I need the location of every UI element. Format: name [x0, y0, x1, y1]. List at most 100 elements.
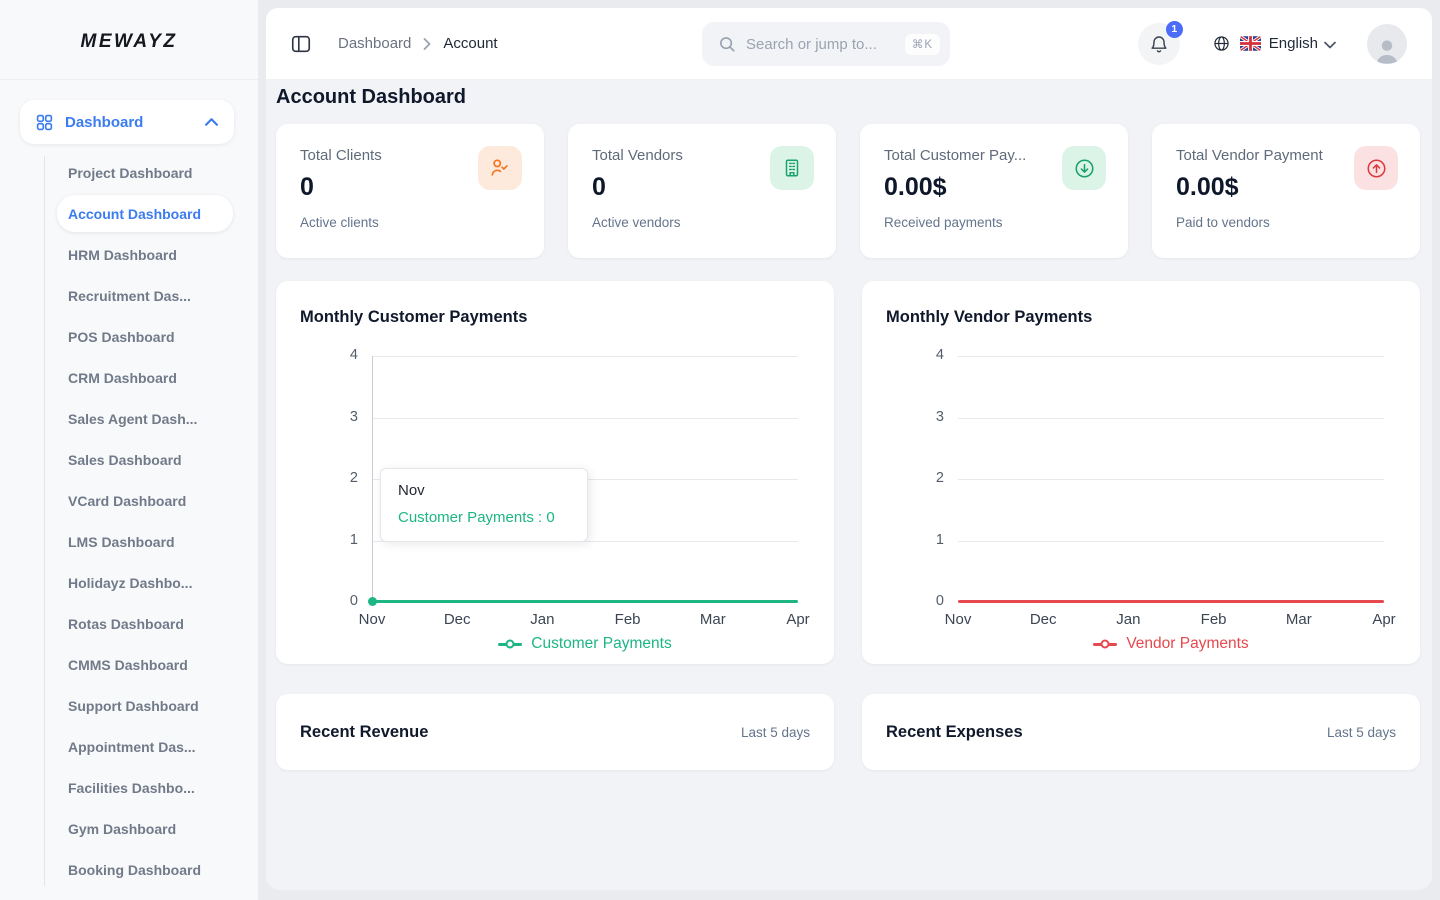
y-tick-label: 2 — [906, 470, 944, 486]
sidebar-toggle-icon[interactable] — [290, 33, 312, 55]
sidebar-item-cmms-dashboard[interactable]: CMMS Dashboard — [0, 644, 258, 685]
brand-logo: MEWAYZ — [0, 0, 258, 80]
breadcrumb-dashboard[interactable]: Dashboard — [338, 35, 411, 52]
search-icon — [718, 35, 736, 53]
sidebar-item-pos-dashboard[interactable]: POS Dashboard — [0, 316, 258, 357]
legend-vendor-payments[interactable]: Vendor Payments — [958, 635, 1384, 653]
recent-expenses-card: Recent Expenses Last 5 days — [862, 694, 1420, 770]
notification-count-badge: 1 — [1166, 21, 1183, 38]
search-shortcut-badge: ⌘K — [905, 34, 940, 55]
search-box[interactable]: ⌘K — [702, 22, 950, 66]
globe-icon — [1212, 34, 1231, 53]
content-panel: Account Dashboard Total Clients 0 Active… — [266, 80, 1432, 890]
x-tick-label: Dec — [1030, 611, 1057, 628]
stat-title: Total Vendor Payment — [1176, 147, 1341, 164]
sidebar-item-project-dashboard[interactable]: Project Dashboard — [0, 152, 258, 193]
stat-subtitle: Received payments — [884, 215, 1106, 230]
x-tick-label: Feb — [615, 611, 641, 628]
gridline — [958, 541, 1384, 542]
stat-card-total-clients: Total Clients 0 Active clients — [276, 124, 544, 258]
sidebar-item-facilities-dashboard[interactable]: Facilities Dashbo... — [0, 767, 258, 808]
bottom-row: Recent Revenue Last 5 days Recent Expens… — [276, 694, 1420, 770]
legend-customer-payments[interactable]: Customer Payments — [372, 635, 798, 653]
sidebar-item-holidayz-dashboard[interactable]: Holidayz Dashbo... — [0, 562, 258, 603]
stat-title: Total Clients — [300, 147, 465, 164]
sidebar-item-recruitment-dashboard[interactable]: Recruitment Das... — [0, 275, 258, 316]
language-label: English — [1269, 35, 1318, 52]
y-tick-label: 4 — [320, 347, 358, 363]
chart-tooltip: Nov Customer Payments : 0 — [380, 468, 588, 542]
gridline — [372, 356, 798, 357]
topbar: Dashboard Account ⌘K — [266, 8, 1432, 80]
x-tick-label: Mar — [1286, 611, 1312, 628]
sidebar-item-booking-dashboard[interactable]: Booking Dashboard — [0, 849, 258, 890]
search-input[interactable] — [746, 36, 905, 53]
hover-crosshair — [372, 356, 373, 602]
x-tick-label: Jan — [530, 611, 554, 628]
sidebar-item-gym-dashboard[interactable]: Gym Dashboard — [0, 808, 258, 849]
stat-card-total-vendor-payment: Total Vendor Payment 0.00$ Paid to vendo… — [1152, 124, 1420, 258]
arrow-up-circle-icon — [1354, 146, 1398, 190]
chevron-up-icon — [205, 118, 218, 126]
recent-revenue-card: Recent Revenue Last 5 days — [276, 694, 834, 770]
plot-area: 4 3 2 1 0 Nov Customer Payments : 0 Nov … — [372, 356, 798, 602]
notifications-button[interactable]: 1 — [1138, 23, 1180, 65]
language-selector[interactable]: English — [1212, 34, 1336, 53]
stat-subtitle: Active clients — [300, 215, 522, 230]
sidebar-item-lms-dashboard[interactable]: LMS Dashboard — [0, 521, 258, 562]
grid-icon — [36, 114, 53, 131]
sidebar-item-rotas-dashboard[interactable]: Rotas Dashboard — [0, 603, 258, 644]
chart-monthly-vendor-payments: Monthly Vendor Payments 4 3 2 1 0 Nov De… — [862, 281, 1420, 664]
sidebar-item-appointment-dashboard[interactable]: Appointment Das... — [0, 726, 258, 767]
x-tick-label: Mar — [700, 611, 726, 628]
sidebar-item-hrm-dashboard[interactable]: HRM Dashboard — [0, 234, 258, 275]
x-tick-label: Nov — [359, 611, 386, 628]
legend-marker-icon — [1093, 643, 1117, 646]
breadcrumb-account: Account — [443, 35, 497, 52]
x-tick-label: Feb — [1201, 611, 1227, 628]
sidebar: MEWAYZ Dashboard Project Dashboard Accou… — [0, 0, 258, 900]
legend-label: Customer Payments — [531, 635, 671, 653]
building-icon — [770, 146, 814, 190]
chevron-down-icon — [1324, 41, 1336, 49]
y-tick-label: 4 — [906, 347, 944, 363]
sidebar-item-account-dashboard[interactable]: Account Dashboard — [57, 195, 233, 232]
data-point-marker — [368, 597, 377, 606]
sidebar-section-label: Dashboard — [65, 114, 205, 131]
y-tick-label: 1 — [906, 532, 944, 548]
charts-row: Monthly Customer Payments 4 3 2 1 0 Nov — [276, 281, 1420, 664]
stat-subtitle: Active vendors — [592, 215, 814, 230]
sidebar-item-vcard-dashboard[interactable]: VCard Dashboard — [0, 480, 258, 521]
y-tick-label: 1 — [320, 532, 358, 548]
tooltip-title: Nov — [398, 482, 570, 499]
stats-row: Total Clients 0 Active clients Total Ven… — [276, 124, 1420, 258]
chart-monthly-customer-payments: Monthly Customer Payments 4 3 2 1 0 Nov — [276, 281, 834, 664]
sidebar-item-sales-agent-dashboard[interactable]: Sales Agent Dash... — [0, 398, 258, 439]
stat-title: Total Vendors — [592, 147, 757, 164]
panel-title: Recent Expenses — [886, 723, 1023, 742]
y-tick-label: 3 — [320, 409, 358, 425]
chevron-right-icon — [423, 38, 431, 50]
legend-label: Vendor Payments — [1126, 635, 1248, 653]
stat-subtitle: Paid to vendors — [1176, 215, 1398, 230]
sidebar-section-dashboard[interactable]: Dashboard — [20, 100, 234, 144]
sidebar-item-support-dashboard[interactable]: Support Dashboard — [0, 685, 258, 726]
x-tick-label: Apr — [1372, 611, 1395, 628]
user-avatar[interactable] — [1367, 24, 1407, 64]
bell-icon — [1149, 34, 1169, 54]
sidebar-item-sales-dashboard[interactable]: Sales Dashboard — [0, 439, 258, 480]
panel-range-label: Last 5 days — [1327, 725, 1396, 740]
chart-title: Monthly Customer Payments — [276, 308, 834, 327]
x-axis-labels: Nov Dec Jan Feb Mar Apr — [958, 611, 1384, 629]
y-tick-label: 3 — [906, 409, 944, 425]
x-tick-label: Jan — [1116, 611, 1140, 628]
gridline — [958, 479, 1384, 480]
main-column: Dashboard Account ⌘K — [266, 8, 1432, 890]
sidebar-sub-list: Project Dashboard Account Dashboard HRM … — [0, 152, 258, 890]
tooltip-value: Customer Payments : 0 — [398, 509, 570, 526]
x-axis-labels: Nov Dec Jan Feb Mar Apr — [372, 611, 798, 629]
gridline — [372, 418, 798, 419]
sidebar-item-crm-dashboard[interactable]: CRM Dashboard — [0, 357, 258, 398]
stat-title: Total Customer Pay... — [884, 147, 1049, 164]
user-check-icon — [478, 146, 522, 190]
